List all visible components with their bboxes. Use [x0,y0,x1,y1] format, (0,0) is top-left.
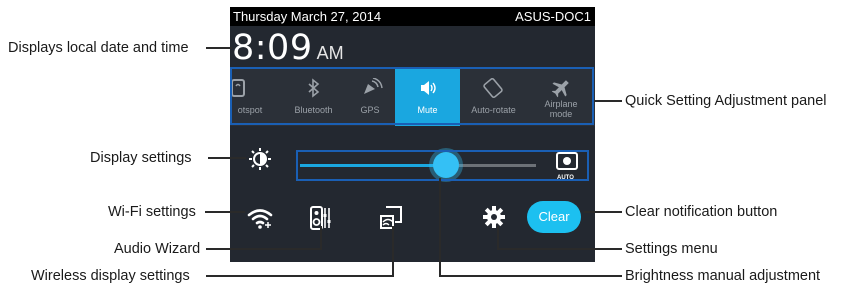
leader-line [439,178,441,277]
wifi-settings-icon[interactable] [246,206,274,230]
status-bar: Thursday March 27, 2014 ASUS-DOC1 [230,7,595,26]
leader-line [440,275,622,277]
quick-panel-callout-frame [230,67,594,125]
clock-time: 8:09 [232,28,313,68]
leader-line [497,226,499,250]
leader-line [206,47,232,49]
status-date: Thursday March 27, 2014 [233,9,382,24]
annotation-clear-button: Clear notification button [625,204,778,220]
annotation-wifi-settings: Wi-Fi settings [108,204,196,220]
notification-panel: Thursday March 27, 2014 ASUS-DOC1 8:09 AM… [230,7,595,262]
device-name: ASUS-DOC1 [515,9,591,24]
clock: 8:09 AM [232,28,344,68]
wireless-display-icon[interactable] [378,205,404,231]
leader-line [498,248,622,250]
leader-line [594,100,622,102]
annotation-settings-menu: Settings menu [625,241,718,257]
leader-line [584,211,622,213]
leader-line [206,248,322,250]
leader-line [320,226,322,250]
leader-line [392,226,394,277]
settings-gear-icon[interactable] [482,205,506,229]
display-settings-icon[interactable] [248,147,272,171]
annotation-audio-wizard: Audio Wizard [114,241,201,257]
annotation-date-time: Displays local date and time [8,40,189,56]
leader-line [206,275,394,277]
brightness-callout-frame [296,150,589,181]
clock-ampm: AM [316,43,344,63]
annotation-quick-panel: Quick Setting Adjustment panel [625,93,827,109]
leader-line [208,157,246,159]
annotation-brightness-manual: Brightness manual adjustment [625,268,821,284]
annotation-wireless-display: Wireless display settings [31,268,190,284]
leader-line [205,211,245,213]
annotation-display-settings: Display settings [90,150,192,166]
clear-notifications-button[interactable]: Clear [527,201,581,233]
